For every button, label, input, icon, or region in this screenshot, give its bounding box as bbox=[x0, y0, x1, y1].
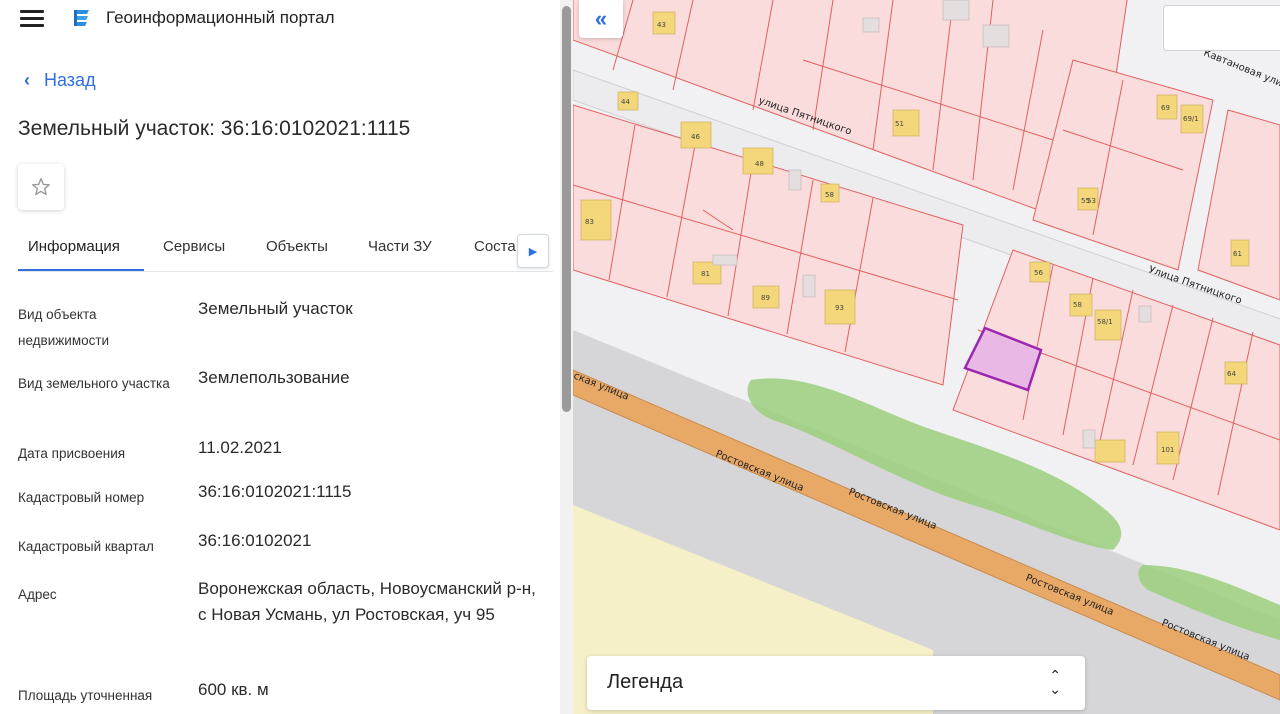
plot-number: 81 bbox=[701, 270, 710, 278]
map-canvas[interactable]: 43 44 46 48 58 51 53 83 81 89 93 56 58 5… bbox=[573, 0, 1280, 714]
back-link[interactable]: ‹ Назад bbox=[24, 70, 96, 91]
plot-number: 43 bbox=[657, 21, 666, 29]
detail-value: 36:16:0102021:1115 bbox=[198, 482, 352, 501]
tab-parts[interactable]: Части ЗУ bbox=[368, 238, 432, 255]
legend-selector[interactable]: Легенда ⌃ ⌄ bbox=[587, 656, 1085, 710]
detail-label: Кадастровый номер bbox=[18, 490, 145, 505]
plot-number: 44 bbox=[621, 98, 630, 106]
plot-number: 83 bbox=[585, 218, 594, 226]
plot-number: 58/1 bbox=[1097, 318, 1113, 326]
app-title: Геоинформационный портал bbox=[106, 8, 335, 27]
cadastral-map[interactable]: 43 44 46 48 58 51 53 83 81 89 93 56 58 5… bbox=[573, 0, 1280, 714]
plot-number: 48 bbox=[755, 160, 764, 168]
plot-number: 55 bbox=[1081, 197, 1090, 205]
chevron-left-icon: ‹ bbox=[24, 70, 30, 90]
detail-value: Землепользование bbox=[198, 368, 350, 387]
detail-label: Кадастровый квартал bbox=[18, 539, 154, 554]
scrollbar-thumb[interactable] bbox=[562, 6, 571, 412]
plot-number: 58 bbox=[1073, 301, 1082, 309]
top-bar: Геоинформационный портал bbox=[0, 0, 560, 38]
portal-logo-icon bbox=[74, 10, 89, 26]
plot-number: 64 bbox=[1227, 370, 1236, 378]
detail-label: Дата присвоения bbox=[18, 446, 126, 461]
double-chevron-left-icon: « bbox=[594, 6, 608, 31]
plot-number: 69/1 bbox=[1183, 115, 1199, 123]
detail-label: Адрес bbox=[18, 587, 57, 602]
plot-number: 51 bbox=[895, 120, 904, 128]
tabs-scroll-right-button[interactable]: ▶ bbox=[517, 234, 549, 268]
tab-services[interactable]: Сервисы bbox=[163, 238, 225, 255]
tab-bar: Информация Сервисы Объекты Части ЗУ Сост… bbox=[18, 226, 553, 272]
detail-value: Земельный участок bbox=[198, 299, 353, 318]
favorite-button[interactable] bbox=[18, 164, 64, 210]
chevron-up-down-icon: ⌃ ⌄ bbox=[1049, 667, 1061, 697]
page-title: Земельный участок: 36:16:0102021:1115 bbox=[18, 117, 411, 140]
plot-number: 101 bbox=[1161, 446, 1174, 454]
detail-value: 36:16:0102021 bbox=[198, 531, 312, 550]
detail-label: Вид земельного участка bbox=[18, 376, 170, 391]
legend-label: Легенда bbox=[607, 671, 684, 693]
plot-number: 56 bbox=[1034, 269, 1043, 277]
plot-number: 61 bbox=[1233, 250, 1242, 258]
collapse-panel-button[interactable]: « bbox=[579, 0, 623, 38]
map-search-box[interactable] bbox=[1163, 5, 1280, 51]
chevron-right-icon: ▶ bbox=[528, 245, 538, 258]
plot-number: 46 bbox=[691, 133, 700, 141]
star-icon bbox=[32, 178, 50, 196]
tab-objects[interactable]: Объекты bbox=[266, 238, 328, 255]
plot-number: 58 bbox=[825, 191, 834, 199]
plot-number: 93 bbox=[835, 304, 844, 312]
panel-scrollbar[interactable] bbox=[560, 0, 573, 714]
info-panel: Геоинформационный портал ‹ Назад Земельн… bbox=[0, 0, 573, 714]
plot-number: 89 bbox=[761, 294, 770, 302]
detail-value: 11.02.2021 bbox=[198, 438, 282, 457]
tab-composition[interactable]: Соста bbox=[474, 238, 516, 255]
detail-label: Вид объекта недвижимости bbox=[18, 307, 110, 348]
detail-value: Воронежская область, Новоусманский р-н, … bbox=[198, 579, 536, 624]
back-label: Назад bbox=[44, 70, 96, 90]
plot-number: 69 bbox=[1161, 104, 1170, 112]
detail-label: Площадь уточненная bbox=[18, 688, 153, 703]
active-tab-indicator bbox=[18, 269, 144, 271]
detail-value: 600 кв. м bbox=[198, 680, 269, 699]
tab-info[interactable]: Информация bbox=[28, 238, 120, 255]
hamburger-menu-icon[interactable] bbox=[20, 10, 44, 28]
